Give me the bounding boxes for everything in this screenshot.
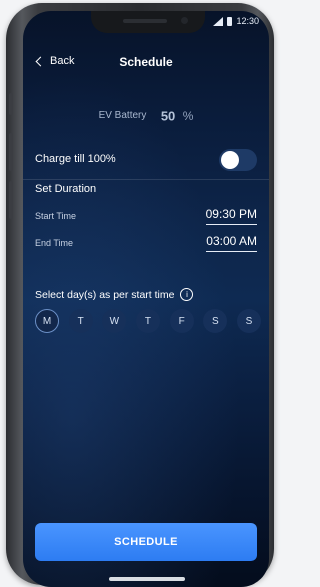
header: Back Schedule [23, 55, 269, 75]
speaker [123, 19, 167, 23]
charge-till-full-label: Charge till 100% [35, 153, 116, 165]
charge-till-full-row: Charge till 100% [35, 147, 257, 171]
day-tuesday[interactable]: T [68, 309, 93, 333]
signal-icon [213, 16, 224, 26]
notch [91, 11, 205, 33]
ev-battery-value: 50 [160, 108, 176, 124]
mute-switch [9, 93, 13, 115]
end-time-label: End Time [35, 238, 74, 248]
schedule-button[interactable]: SCHEDULE [35, 523, 257, 561]
page-title: Schedule [119, 55, 173, 69]
start-time-field[interactable]: 09:30 PM [205, 207, 257, 225]
front-camera [181, 17, 188, 24]
start-time-row: Start Time 09:30 PM [35, 207, 257, 229]
info-icon[interactable]: i [180, 288, 194, 301]
status-bar: 12:30 [213, 16, 259, 26]
day-friday[interactable]: F [169, 309, 194, 333]
start-time-label: Start Time [35, 211, 77, 221]
toggle-knob [221, 151, 239, 169]
set-duration-label: Set Duration [35, 183, 97, 195]
select-days-text: Select day(s) as per start time [35, 288, 175, 301]
day-sunday[interactable]: S [236, 309, 261, 333]
end-time-row: End Time 03:00 AM [35, 234, 257, 256]
battery-icon [227, 16, 233, 26]
app-screen: 12:30 Back Schedule EV Battery 50 % Char… [23, 11, 269, 587]
status-time: 12:30 [236, 16, 259, 26]
day-selector: M T W T F S S [35, 309, 261, 333]
end-time-field[interactable]: 03:00 AM [206, 234, 257, 252]
day-thursday[interactable]: T [135, 309, 160, 333]
select-days-label: Select day(s) as per start time i [35, 288, 194, 301]
phone-frame: 12:30 Back Schedule EV Battery 50 % Char… [6, 3, 274, 587]
day-monday[interactable]: M [35, 309, 59, 333]
ev-battery-summary: EV Battery 50 % [23, 107, 269, 125]
ev-battery-label: EV Battery [98, 110, 147, 122]
day-wednesday[interactable]: W [102, 309, 127, 333]
volume-up-button [9, 133, 13, 171]
home-indicator [109, 577, 185, 581]
volume-down-button [9, 181, 13, 219]
day-saturday[interactable]: S [203, 309, 228, 333]
divider [23, 179, 269, 180]
ev-battery-unit: % [182, 108, 194, 123]
charge-till-full-toggle[interactable] [219, 149, 257, 171]
